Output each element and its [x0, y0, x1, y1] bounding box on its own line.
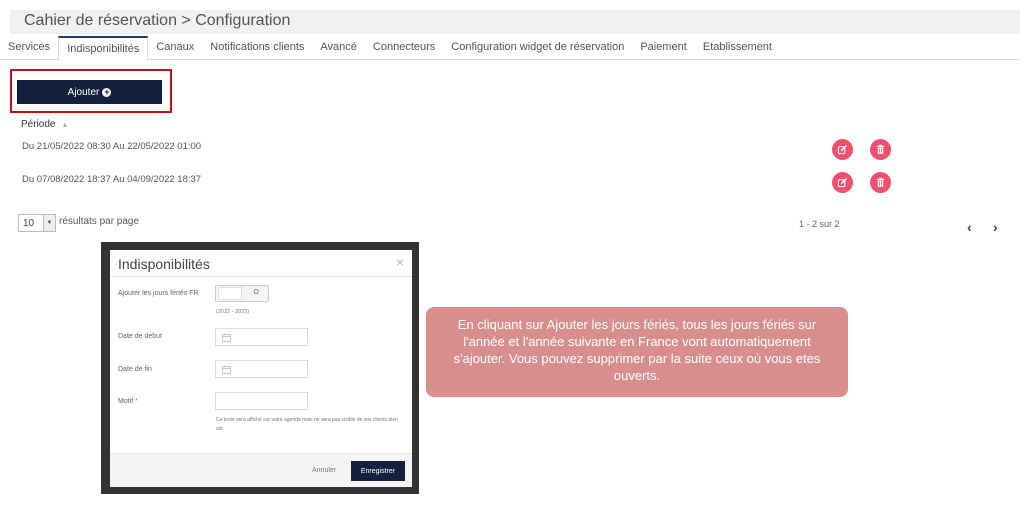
add-button-label: Ajouter: [67, 86, 100, 98]
tab-configuration-widget[interactable]: Configuration widget de réservation: [443, 36, 632, 60]
trash-icon[interactable]: [870, 172, 891, 193]
plus-circle-icon: +: [102, 86, 112, 97]
unavailability-modal: Indisponibilités × Ajouter les jours fér…: [110, 250, 412, 487]
add-button[interactable]: Ajouter +: [17, 80, 162, 104]
trash-icon[interactable]: [870, 139, 891, 160]
tab-indisponibilites[interactable]: Indisponibilités: [58, 36, 149, 61]
column-header-period[interactable]: Période ▲: [21, 119, 68, 130]
reason-label: Motif *: [118, 398, 138, 405]
page-title: Cahier de réservation > Configuration: [24, 12, 291, 29]
page: Cahier de réservation > Configuration Se…: [0, 0, 1024, 517]
calendar-icon: [222, 333, 231, 342]
result-count: 1 - 2 sur 2: [799, 219, 840, 229]
modal-footer: Annuler Enregistrer: [110, 453, 412, 487]
table-row-period: Du 21/05/2022 08:30 Au 22/05/2022 01:00: [22, 141, 202, 152]
tab-etablissement[interactable]: Etablissement: [695, 36, 780, 60]
tab-connecteurs[interactable]: Connecteurs: [365, 36, 443, 60]
chevron-left-icon[interactable]: ‹: [967, 219, 972, 235]
close-icon[interactable]: ×: [396, 254, 404, 270]
holidays-label: Ajouter les jours fériés FR: [118, 290, 199, 297]
reason-help-text: Ce texte sera affiché sur votre agenda m…: [216, 417, 398, 432]
start-date-label: Date de début: [118, 333, 162, 340]
sort-icon: ▲: [61, 122, 69, 129]
tab-canaux[interactable]: Canaux: [148, 36, 202, 60]
cancel-button[interactable]: Annuler: [312, 467, 336, 474]
reason-field[interactable]: [215, 392, 308, 410]
tab-avance[interactable]: Avancé: [312, 36, 365, 60]
tab-paiement[interactable]: Paiement: [632, 36, 694, 60]
table-row-period: Du 07/08/2022 18:37 Au 04/09/2022 18:37: [22, 174, 202, 185]
end-date-field[interactable]: [215, 360, 308, 378]
save-button[interactable]: Enregistrer: [351, 461, 405, 481]
holidays-toggle[interactable]: O: [215, 285, 269, 302]
title-bar: Cahier de réservation > Configuration: [10, 10, 1020, 34]
holidays-years-note: (2022 - 2023): [216, 309, 250, 315]
end-date-label: Date de fin: [118, 366, 152, 373]
tab-services[interactable]: Services: [0, 36, 58, 60]
tab-bar: Services Indisponibilités Canaux Notific…: [0, 36, 1020, 61]
calendar-icon: [222, 365, 231, 374]
page-size-label: résultats par page: [59, 216, 140, 227]
toggle-knob: [218, 287, 242, 300]
modal-divider: [110, 276, 412, 277]
page-size-select[interactable]: 10 ▼: [18, 214, 56, 232]
required-marker: *: [135, 398, 138, 405]
info-callout: En cliquant sur Ajouter les jours fériés…: [426, 307, 848, 397]
caret-down-icon: ▼: [43, 215, 55, 231]
start-date-field[interactable]: [215, 328, 308, 346]
modal-title: Indisponibilités: [118, 256, 210, 272]
tab-notifications-clients[interactable]: Notifications clients: [202, 36, 312, 60]
edit-icon[interactable]: [832, 139, 853, 160]
toggle-state: O: [253, 289, 259, 296]
edit-icon[interactable]: [832, 172, 853, 193]
chevron-right-icon[interactable]: ›: [993, 219, 998, 235]
